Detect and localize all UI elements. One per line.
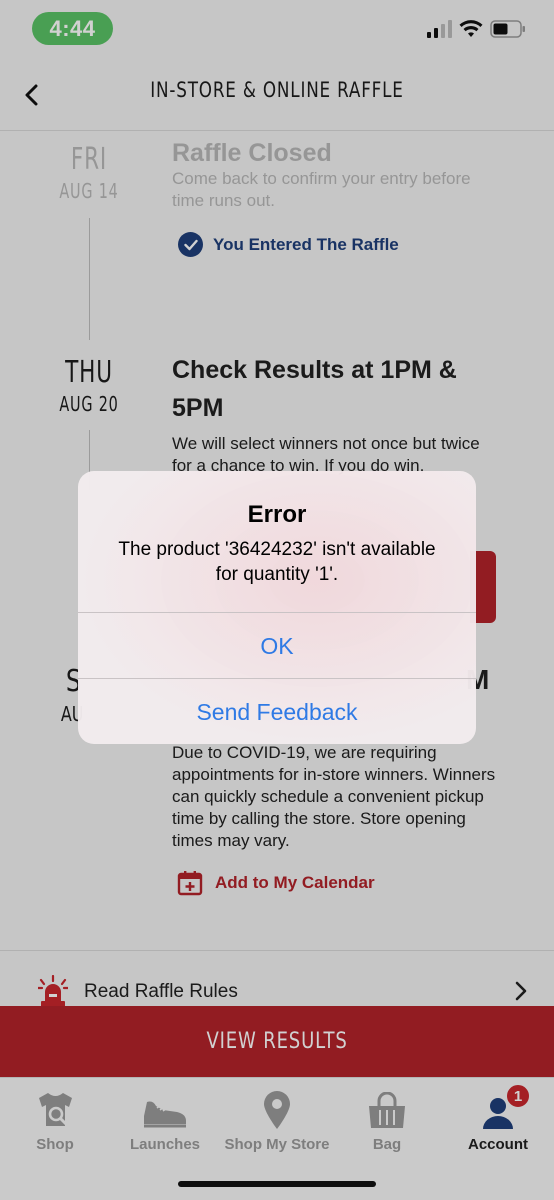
alert-divider — [78, 612, 476, 613]
error-alert-dialog: Error The product '36424232' isn't avail… — [78, 471, 476, 744]
send-feedback-button[interactable]: Send Feedback — [78, 680, 476, 744]
ok-button[interactable]: OK — [78, 614, 476, 678]
alert-title: Error — [247, 501, 307, 528]
alert-message: The product '36424232' isn't available f… — [118, 539, 436, 585]
alert-divider — [78, 678, 476, 679]
